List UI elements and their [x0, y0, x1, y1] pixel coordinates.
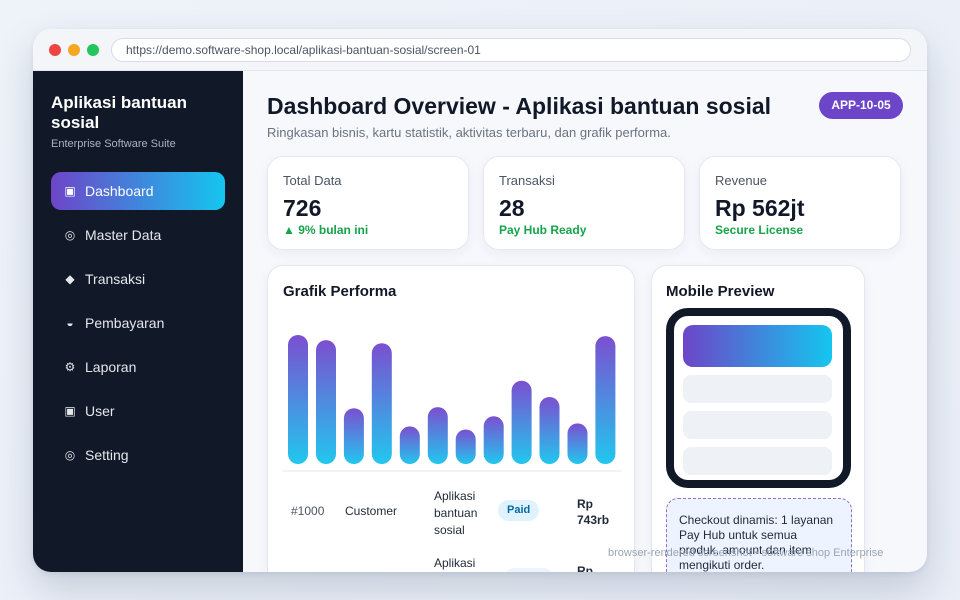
stat-value: 28 [499, 195, 525, 221]
sidebar-item-label: Master Data [85, 227, 162, 243]
mobile-preview-card: Mobile Preview Checkout dinamis: 1 layan… [651, 265, 865, 572]
sidebar-item-label: Pembayaran [85, 315, 165, 331]
maximize-window-dot[interactable] [87, 44, 99, 56]
target-icon: ◎ [64, 448, 76, 462]
stat-label: Total Data [283, 173, 342, 188]
status-badge [504, 568, 554, 572]
close-window-dot[interactable] [49, 44, 61, 56]
sidebar-item-laporan[interactable]: ⚙ Laporan [51, 348, 225, 386]
chart-bar [539, 397, 560, 464]
mobile-preview-title: Mobile Preview [666, 283, 775, 300]
stat-note: Secure License [715, 223, 804, 237]
diamond-icon: ◆ [65, 272, 75, 286]
bar-chart [283, 335, 621, 472]
chart-bar [316, 340, 336, 464]
browser-window: https://demo.software-shop.local/aplikas… [33, 29, 927, 572]
minimize-window-dot[interactable] [68, 44, 80, 56]
square-icon: ▣ [64, 184, 76, 198]
table-row[interactable]: Aplikasi Rp [268, 556, 636, 572]
stat-value: Rp 562jt [715, 195, 805, 221]
order-amount: Rp [577, 564, 593, 572]
sidebar: Aplikasi bantuan sosial Enterprise Softw… [33, 71, 243, 572]
chart-bar [288, 335, 308, 464]
chart-bar [427, 407, 448, 464]
customer-name: Customer [345, 504, 398, 518]
page-subtitle: Ringkasan bisnis, kartu statistik, aktiv… [267, 125, 671, 140]
phone-mockup [666, 308, 851, 488]
order-amount: Rp 743rb [577, 497, 610, 527]
address-bar[interactable]: https://demo.software-shop.local/aplikas… [111, 38, 911, 62]
checkout-note: Checkout dinamis: 1 layanan Pay Hub untu… [666, 498, 852, 572]
phone-placeholder-row [683, 447, 832, 475]
stat-note: Pay Hub Ready [499, 223, 587, 237]
sidebar-item-transaksi[interactable]: ◆ Transaksi [51, 260, 225, 298]
gear-icon: ⚙ [64, 360, 76, 374]
chart-bar [511, 380, 532, 464]
chart-bar [483, 416, 504, 464]
phone-placeholder-row [683, 375, 832, 403]
stat-label: Transaksi [499, 173, 555, 188]
stat-trend: ▲ 9% bulan ini [283, 223, 369, 237]
performance-chart-card: Grafik Performa #1000 Customer Aplikasi … [267, 265, 635, 572]
phone-placeholder-row [683, 411, 832, 439]
chart-bar [371, 343, 392, 464]
stat-card-revenue[interactable]: Revenue Rp 562jt Secure License [699, 156, 901, 250]
sidebar-item-label: Transaksi [85, 271, 146, 287]
sidebar-item-user[interactable]: ▣ User [51, 392, 225, 430]
table-row[interactable]: #1000 Customer Aplikasi bantuan sosial P… [268, 488, 636, 548]
chart-bar [399, 426, 420, 464]
square-icon: ▣ [64, 404, 76, 418]
stat-card-transaksi[interactable]: Transaksi 28 Pay Hub Ready [483, 156, 685, 250]
sidebar-item-dashboard[interactable]: ▣ Dashboard [51, 172, 225, 210]
chart-title: Grafik Performa [283, 283, 397, 300]
chart-bar [455, 429, 476, 464]
app-subtitle: Enterprise Software Suite [51, 138, 176, 150]
sidebar-item-label: User [85, 403, 115, 419]
page-title: Dashboard Overview - Aplikasi bantuan so… [267, 93, 772, 119]
status-badge: Paid [498, 500, 540, 521]
product-name: Aplikasi bantuan sosial [434, 489, 478, 537]
phone-hero-banner [683, 325, 832, 367]
sidebar-item-setting[interactable]: ◎ Setting [51, 436, 225, 474]
product-name: Aplikasi [434, 556, 476, 570]
sidebar-item-master-data[interactable]: ◎ Master Data [51, 216, 225, 254]
stat-label: Revenue [715, 173, 768, 188]
chart-bar [567, 423, 588, 464]
chart-bar [595, 336, 616, 464]
stat-card-total-data[interactable]: Total Data 726 ▲ 9% bulan ini [267, 156, 469, 250]
footer-caption: browser-rendered screenshot • software s… [608, 547, 884, 559]
chart-bar [343, 408, 364, 464]
sidebar-item-label: Dashboard [85, 183, 154, 199]
target-icon: ◎ [64, 228, 76, 242]
browser-titlebar: https://demo.software-shop.local/aplikas… [33, 29, 927, 71]
sidebar-item-pembayaran[interactable]: ◒ Pembayaran [51, 304, 225, 342]
sidebar-item-label: Laporan [85, 359, 137, 375]
stat-value: 726 [283, 195, 322, 221]
order-id: #1000 [291, 504, 325, 518]
main-content: Dashboard Overview - Aplikasi bantuan so… [243, 71, 927, 572]
half-circle-icon: ◒ [66, 316, 74, 330]
sidebar-item-label: Setting [85, 447, 129, 463]
app-code-badge: APP-10-05 [819, 92, 903, 119]
app-title: Aplikasi bantuan sosial [51, 93, 188, 132]
